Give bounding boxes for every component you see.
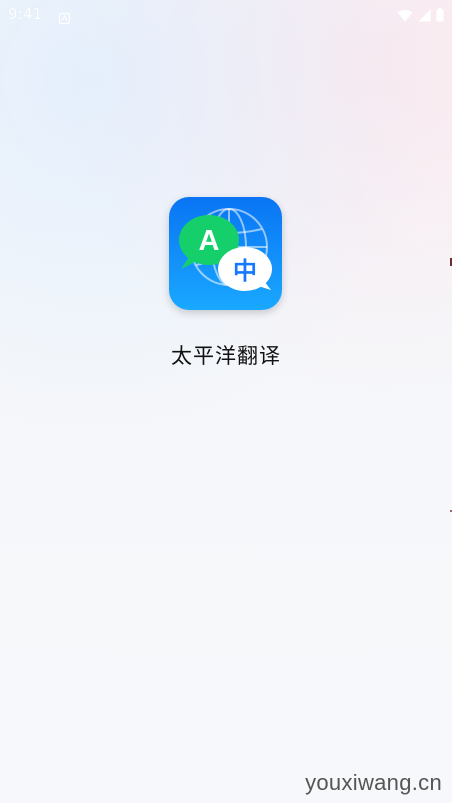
status-icons	[397, 7, 444, 26]
splash-screen: 9:41 A 中 太平洋翻译 youxiwang.cn	[0, 0, 452, 803]
translate-app-icon: A 中	[169, 197, 282, 310]
status-time: 9:41	[8, 5, 43, 23]
svg-text:A: A	[199, 225, 220, 257]
battery-icon	[436, 7, 444, 26]
wifi-icon	[397, 7, 413, 26]
watermark-text: youxiwang.cn	[305, 770, 442, 795]
notification-icon	[58, 9, 71, 25]
svg-text:中: 中	[233, 257, 257, 285]
app-name: 太平洋翻译	[171, 344, 281, 368]
status-bar: 9:41	[0, 0, 452, 28]
bubble-right: 中	[218, 247, 272, 291]
cellular-signal-icon	[418, 7, 431, 26]
